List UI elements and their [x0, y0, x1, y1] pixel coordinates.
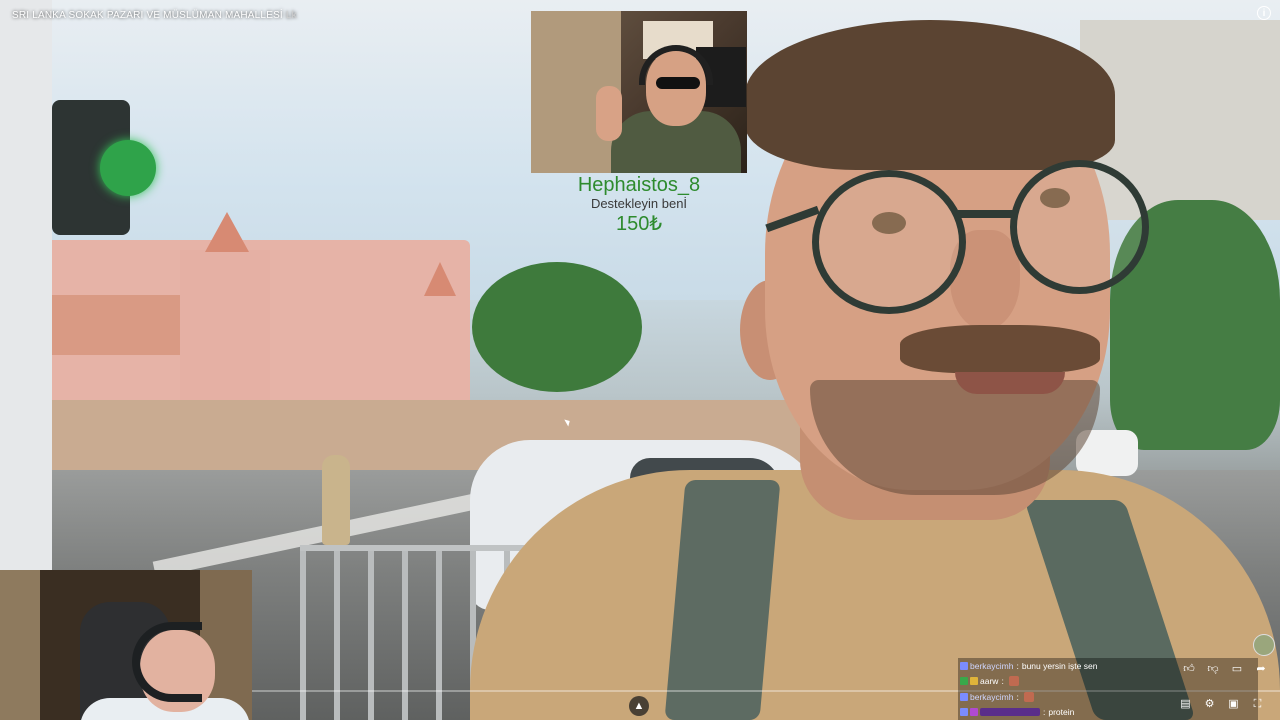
video-title-text: SRI LANKA SOKAK PAZARI VE MÜSLÜMAN MAHAL…: [12, 10, 283, 21]
chat-separator: :: [1016, 660, 1019, 671]
glasses-lens-left: [812, 170, 966, 314]
badge-icon: [960, 692, 968, 701]
thumbs-up-icon[interactable]: 👍︎: [1182, 662, 1196, 676]
church-roof: [45, 295, 185, 355]
donation-amount: 150₺: [615, 213, 663, 235]
chat-username: berkaycimh: [970, 691, 1014, 702]
chat-text: bunu yersin işte sen: [1021, 660, 1098, 671]
donation-message: Desteklеyin benİ: [590, 196, 688, 211]
channel-avatar[interactable]: [1253, 634, 1275, 656]
chat-username: aarw: [980, 676, 999, 687]
video-title-suffix: Lk: [285, 10, 297, 21]
emote-icon: [1023, 691, 1034, 702]
badge-icon: [970, 708, 978, 717]
badge-icon: [960, 677, 968, 686]
donation-alert: Hephaistos_8 Desteklеyin benİ 150₺: [531, 174, 747, 236]
chevron-up-icon[interactable]: ▲: [629, 696, 649, 716]
badge-icon: [960, 708, 968, 717]
chat-separator: :: [1043, 707, 1046, 718]
church-spire-right: [424, 262, 456, 296]
miniplayer-icon[interactable]: ▣: [1226, 697, 1241, 711]
room-door: [0, 570, 40, 720]
subtitles-icon[interactable]: ▤: [1178, 697, 1193, 711]
comment-icon[interactable]: ▭: [1230, 662, 1244, 676]
donation-username: Hephaistos_8: [577, 174, 701, 196]
man-mouth: [955, 372, 1065, 394]
badge-icon: [960, 661, 968, 670]
video-title[interactable]: SRI LANKA SOKAK PAZARI VE MÜSLÜMAN MAHAL…: [12, 10, 297, 21]
man-mustache: [900, 325, 1100, 373]
streamer-webcam-bottom: [0, 570, 252, 720]
pedestrian: [322, 455, 350, 545]
thumbs-up-hand: [596, 86, 622, 141]
emote-icon: [1008, 676, 1019, 687]
chat-separator: :: [1001, 676, 1004, 687]
fullscreen-icon[interactable]: ⛶: [1250, 697, 1265, 711]
share-icon[interactable]: ➦: [1254, 662, 1268, 676]
headset: [132, 622, 202, 702]
glasses-bridge: [958, 210, 1014, 218]
chat-username: berkaycimh: [970, 660, 1014, 671]
video-actions: 👍︎ 👎︎ ▭ ➦: [1182, 662, 1268, 676]
man-hair: [745, 20, 1115, 170]
chat-text: protein: [1048, 707, 1075, 718]
chat-username: [980, 708, 1040, 717]
chat-separator: :: [1016, 691, 1019, 702]
player-controls: ▤ ⚙ ▣ ⛶: [1178, 697, 1265, 711]
green-light: [100, 140, 156, 196]
sunglasses: [656, 77, 700, 89]
thumbs-down-icon[interactable]: 👎︎: [1206, 662, 1220, 676]
glasses-lens-right: [1010, 160, 1149, 294]
streamer-webcam-top: [531, 11, 747, 173]
church-spire: [205, 212, 249, 252]
info-icon[interactable]: i: [1257, 6, 1271, 20]
traffic-pole: [0, 0, 52, 570]
tree: [472, 262, 642, 392]
settings-icon[interactable]: ⚙: [1202, 697, 1217, 711]
badge-icon: [970, 677, 978, 686]
